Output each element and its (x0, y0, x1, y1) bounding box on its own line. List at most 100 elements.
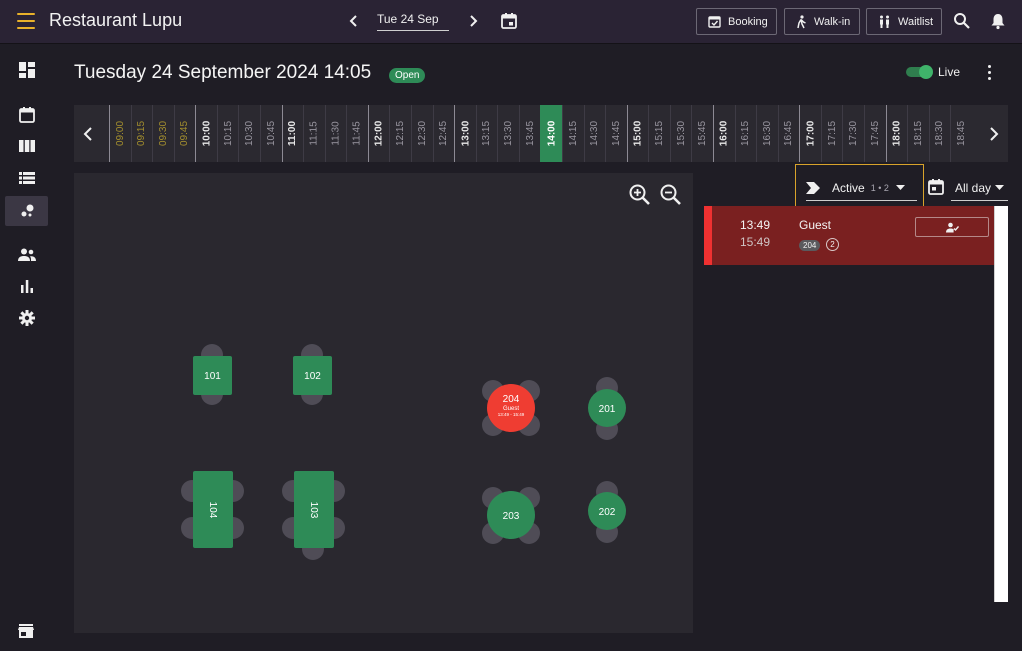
store-button[interactable] (17, 622, 35, 640)
timeline-slot[interactable]: 16:15 (734, 105, 757, 162)
timeline-slot[interactable]: 15:00 (626, 105, 649, 162)
timeline-slot[interactable]: 11:00 (281, 105, 304, 162)
zoom-in-button[interactable] (628, 183, 652, 207)
calendar-icon (501, 13, 517, 29)
chevron-right-icon (990, 126, 999, 141)
timeline-slot[interactable]: 17:15 (820, 105, 843, 162)
day-calendar-button[interactable] (927, 178, 945, 196)
timeline-slot[interactable]: 18:30 (928, 105, 951, 162)
timeline-slot[interactable]: 11:45 (346, 105, 368, 162)
previous-day-button[interactable] (346, 13, 362, 29)
table-103[interactable]: 103 (294, 471, 334, 548)
table-203[interactable]: 203 (487, 491, 535, 539)
timeline-slot-label: 15:45 (697, 120, 709, 147)
timeline-slot[interactable]: 14:00 (540, 105, 562, 162)
table-101[interactable]: 101 (193, 356, 232, 395)
reservation-table-chip: 204 (799, 240, 821, 251)
sidebar-item-calendar[interactable] (5, 100, 48, 130)
timeline-slot[interactable]: 13:30 (497, 105, 519, 162)
timeline-slot[interactable]: 15:30 (669, 105, 692, 162)
timeline-slot[interactable]: 18:00 (885, 105, 908, 162)
timeline-next-button[interactable] (980, 105, 1008, 162)
top-bar: Restaurant Lupu Tue 24 Sep Booking Walk-… (0, 0, 1022, 44)
reservation-card[interactable]: 13:49 15:49 Guest 204 2 (704, 206, 994, 265)
table-102[interactable]: 102 (293, 356, 332, 395)
sidebar-item-dashboard[interactable] (5, 55, 48, 85)
more-options-button[interactable] (983, 63, 995, 81)
timeline-slot[interactable]: 10:00 (195, 105, 217, 162)
day-filter-select[interactable]: All day (951, 175, 1008, 201)
timeline-slot[interactable]: 10:30 (238, 105, 260, 162)
timeline-slot[interactable]: 11:30 (324, 105, 347, 162)
search-button[interactable] (953, 12, 971, 30)
timeline-slot[interactable]: 14:30 (583, 105, 606, 162)
timeline-prev-button[interactable] (74, 105, 102, 162)
timeline-slot[interactable]: 09:45 (173, 105, 196, 162)
timeline-slot[interactable]: 16:45 (777, 105, 800, 162)
timeline-slot[interactable]: 10:45 (259, 105, 282, 162)
reservation-list-scrollbar[interactable] (994, 206, 1008, 602)
table-202-label: 202 (599, 507, 616, 518)
table-201[interactable]: 201 (588, 389, 626, 427)
menu-icon[interactable] (17, 13, 35, 29)
reservation-list (704, 206, 1008, 602)
timeline-slot-label: 18:30 (934, 120, 946, 147)
timeline-slot[interactable]: 16:00 (712, 105, 735, 162)
sidebar-item-floorplan[interactable] (5, 196, 48, 226)
timeline-slot[interactable]: 17:45 (863, 105, 886, 162)
timeline-slot-label: 09:15 (136, 120, 148, 147)
timeline-slot[interactable]: 16:30 (756, 105, 778, 162)
sidebar-item-reports[interactable] (5, 271, 48, 301)
status-filter-select[interactable]: Active 1 • 2 (806, 175, 917, 201)
table-202[interactable]: 202 (588, 492, 626, 530)
timeline-slot[interactable]: 17:00 (799, 105, 821, 162)
timeline-slot[interactable]: 09:00 (109, 105, 131, 162)
timeline-slot[interactable]: 18:45 (950, 105, 972, 162)
timeline-slot-label: 13:45 (524, 120, 536, 147)
timeline-slot[interactable]: 12:00 (367, 105, 390, 162)
table-204[interactable]: 204 Guest 13:49 - 15:49 (487, 384, 535, 432)
gear-icon (18, 310, 35, 326)
timeline-slot[interactable]: 14:45 (605, 105, 627, 162)
table-204-label: 204 (503, 394, 520, 405)
timeline-slot-label: 14:30 (589, 120, 601, 147)
walkin-button[interactable]: Walk-in (784, 8, 860, 35)
timeline-slot[interactable]: 12:15 (389, 105, 411, 162)
waitlist-button[interactable]: Waitlist (866, 8, 942, 35)
timeline-slot-label: 16:15 (740, 120, 752, 147)
timeline-slot[interactable]: 10:15 (216, 105, 239, 162)
table-101-label: 101 (204, 371, 221, 382)
next-day-button[interactable] (465, 13, 481, 29)
date-field[interactable]: Tue 24 Sep (377, 11, 449, 31)
timeline-slot-label: 11:45 (352, 121, 364, 146)
timeline-slot[interactable]: 14:15 (561, 105, 584, 162)
timeline-slot[interactable]: 13:45 (518, 105, 541, 162)
timeline-slot[interactable]: 12:30 (410, 105, 433, 162)
reservation-guest-name: Guest (799, 218, 832, 232)
timeline-slot[interactable]: 13:00 (454, 105, 476, 162)
page-title: Tuesday 24 September 2024 14:05 (74, 62, 372, 83)
timeline-slot[interactable]: 15:15 (648, 105, 670, 162)
search-icon (954, 13, 970, 29)
timeline-slot[interactable]: 18:15 (907, 105, 929, 162)
calendar-button[interactable] (500, 12, 518, 30)
sidebar-item-list[interactable] (5, 163, 48, 193)
zoom-out-button[interactable] (659, 183, 683, 207)
table-104[interactable]: 104 (193, 471, 233, 548)
timeline-slot[interactable]: 09:30 (152, 105, 174, 162)
timeline-slot[interactable]: 12:45 (432, 105, 455, 162)
sidebar-item-guests[interactable] (5, 240, 48, 270)
sidebar-item-settings[interactable] (5, 303, 48, 333)
timeline-slot[interactable]: 17:30 (842, 105, 864, 162)
timeline-slot-label: 12:45 (438, 120, 450, 147)
timeline-slot-label: 12:00 (373, 120, 385, 147)
timeline-slot[interactable]: 15:45 (691, 105, 713, 162)
seat-guest-button[interactable] (915, 217, 989, 237)
notifications-button[interactable] (989, 12, 1007, 30)
timeline-slot[interactable]: 09:15 (130, 105, 153, 162)
timeline-slot[interactable]: 11:15 (303, 105, 325, 162)
booking-button[interactable]: Booking (696, 8, 777, 35)
sidebar-item-columns[interactable] (5, 131, 48, 161)
timeline-slot[interactable]: 13:15 (475, 105, 498, 162)
live-toggle[interactable] (906, 65, 933, 79)
